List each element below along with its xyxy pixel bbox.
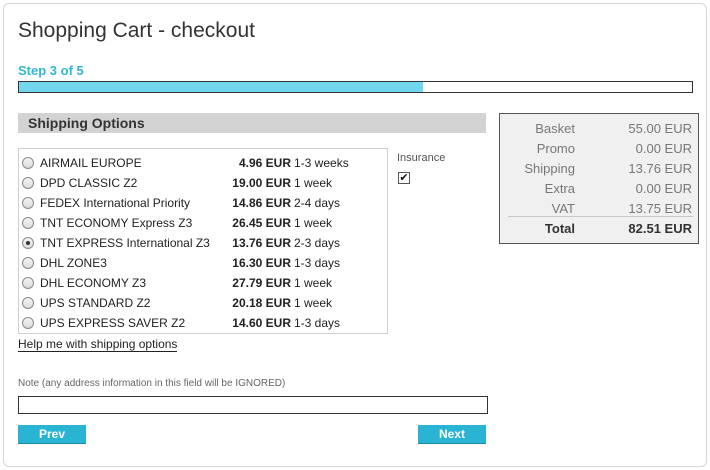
shipping-option[interactable]: TNT EXPRESS International Z3 13.76 EUR 2-3… — [19, 233, 387, 253]
shipping-option[interactable]: TNT ECONOMY Express Z3 26.45 EUR 1 week — [19, 213, 387, 233]
note-input[interactable] — [18, 396, 488, 414]
shipping-option-name: DPD CLASSIC Z2 — [40, 176, 138, 190]
insurance-checkbox[interactable]: ✔ — [398, 172, 410, 184]
shipping-option-delivery-time: 1-3 days — [294, 316, 341, 330]
shipping-option-price: 14.60 EUR — [232, 316, 291, 330]
shipping-option[interactable]: DHL ECONOMY Z3 27.79 EUR 1 week — [19, 273, 387, 293]
summary-row: VAT 13.75 EUR — [500, 199, 698, 219]
shipping-option-radio[interactable] — [22, 177, 34, 189]
shipping-option[interactable]: UPS STANDARD Z2 20.18 EUR 1 week — [19, 293, 387, 313]
summary-value: 0.00 EUR — [635, 141, 692, 156]
shipping-option-name: DHL ZONE3 — [40, 256, 107, 270]
shipping-option-radio[interactable] — [22, 277, 34, 289]
shipping-option-radio[interactable] — [22, 197, 34, 209]
shipping-option[interactable]: AIRMAIL EUROPE 4.96 EUR 1-3 weeks — [19, 153, 387, 173]
step-indicator: Step 3 of 5 — [18, 63, 84, 78]
summary-value: 55.00 EUR — [628, 121, 692, 136]
shipping-option-radio[interactable] — [22, 157, 34, 169]
insurance-label: Insurance — [397, 152, 446, 164]
note-label: Note (any address information in this fi… — [18, 378, 286, 389]
shipping-option-name: UPS EXPRESS SAVER Z2 — [40, 316, 186, 330]
checkmark-icon: ✔ — [399, 172, 409, 184]
shipping-option[interactable]: DHL ZONE3 16.30 EUR 1-3 days — [19, 253, 387, 273]
shipping-options-header: Shipping Options — [18, 113, 486, 133]
shipping-option-delivery-time: 1-3 days — [294, 256, 341, 270]
summary-row: Extra 0.00 EUR — [500, 179, 698, 199]
summary-label: Basket — [535, 121, 575, 136]
summary-value: 13.75 EUR — [628, 201, 692, 216]
shipping-option[interactable]: DPD CLASSIC Z2 19.00 EUR 1 week — [19, 173, 387, 193]
shipping-option[interactable]: UPS EXPRESS SAVER Z2 14.60 EUR 1-3 days — [19, 313, 387, 333]
shipping-option[interactable]: FEDEX International Priority 14.86 EUR 2-4… — [19, 193, 387, 213]
page-title: Shopping Cart - checkout — [18, 19, 255, 42]
summary-value: 0.00 EUR — [635, 181, 692, 196]
shipping-option-price: 27.79 EUR — [232, 276, 291, 290]
summary-row: Basket 55.00 EUR — [500, 119, 698, 139]
summary-label: Extra — [544, 181, 575, 196]
shipping-option-name: DHL ECONOMY Z3 — [40, 276, 147, 290]
summary-row: Promo 0.00 EUR — [500, 139, 698, 159]
prev-button[interactable]: Prev — [18, 425, 86, 443]
shipping-option-price: 19.00 EUR — [232, 176, 291, 190]
shipping-option-delivery-time: 1 week — [294, 216, 333, 230]
shipping-option-delivery-time: 2-3 days — [294, 236, 341, 250]
shipping-option-radio[interactable] — [22, 297, 34, 309]
shipping-option-name: TNT ECONOMY Express Z3 — [40, 216, 193, 230]
shipping-option-name: AIRMAIL EUROPE — [40, 156, 142, 170]
summary-total-value: 82.51 EUR — [628, 221, 692, 236]
shipping-option-radio[interactable] — [22, 317, 34, 329]
shipping-option-delivery-time: 1 week — [294, 296, 333, 310]
shipping-option-delivery-time: 1 week — [294, 276, 333, 290]
order-summary: Basket 55.00 EUR Promo 0.00 EUR Shipping 13.7… — [499, 113, 699, 244]
summary-label: VAT — [551, 201, 575, 216]
shipping-option-delivery-time: 2-4 days — [294, 196, 341, 210]
summary-total-row: Total 82.51 EUR — [500, 219, 698, 239]
shipping-help-link[interactable]: Help me with shipping options — [18, 337, 178, 352]
shipping-option-radio[interactable] — [22, 237, 34, 249]
shipping-option-delivery-time: 1-3 weeks — [294, 156, 349, 170]
summary-row: Shipping 13.76 EUR — [500, 159, 698, 179]
shipping-option-price: 16.30 EUR — [232, 256, 291, 270]
next-button[interactable]: Next — [418, 425, 486, 443]
shipping-option-price: 4.96 EUR — [238, 156, 291, 170]
shipping-option-name: TNT EXPRESS International Z3 — [40, 236, 210, 250]
shipping-option-price: 20.18 EUR — [232, 296, 291, 310]
shipping-option-delivery-time: 1 week — [294, 176, 333, 190]
summary-value: 13.76 EUR — [628, 161, 692, 176]
shipping-option-radio[interactable] — [22, 217, 34, 229]
shipping-option-price: 26.45 EUR — [232, 216, 291, 230]
summary-label: Shipping — [524, 161, 575, 176]
shipping-options-list: AIRMAIL EUROPE 4.96 EUR 1-3 weeks DPD CLASS… — [18, 148, 388, 334]
shipping-option-price: 14.86 EUR — [232, 196, 291, 210]
progress-bar — [18, 81, 693, 93]
progress-fill — [19, 82, 423, 92]
shipping-option-name: FEDEX International Priority — [40, 196, 191, 210]
shipping-option-name: UPS STANDARD Z2 — [40, 296, 151, 310]
shipping-option-radio[interactable] — [22, 257, 34, 269]
summary-total-label: Total — [544, 221, 575, 236]
shipping-option-price: 13.76 EUR — [232, 236, 291, 250]
summary-label: Promo — [536, 141, 575, 156]
